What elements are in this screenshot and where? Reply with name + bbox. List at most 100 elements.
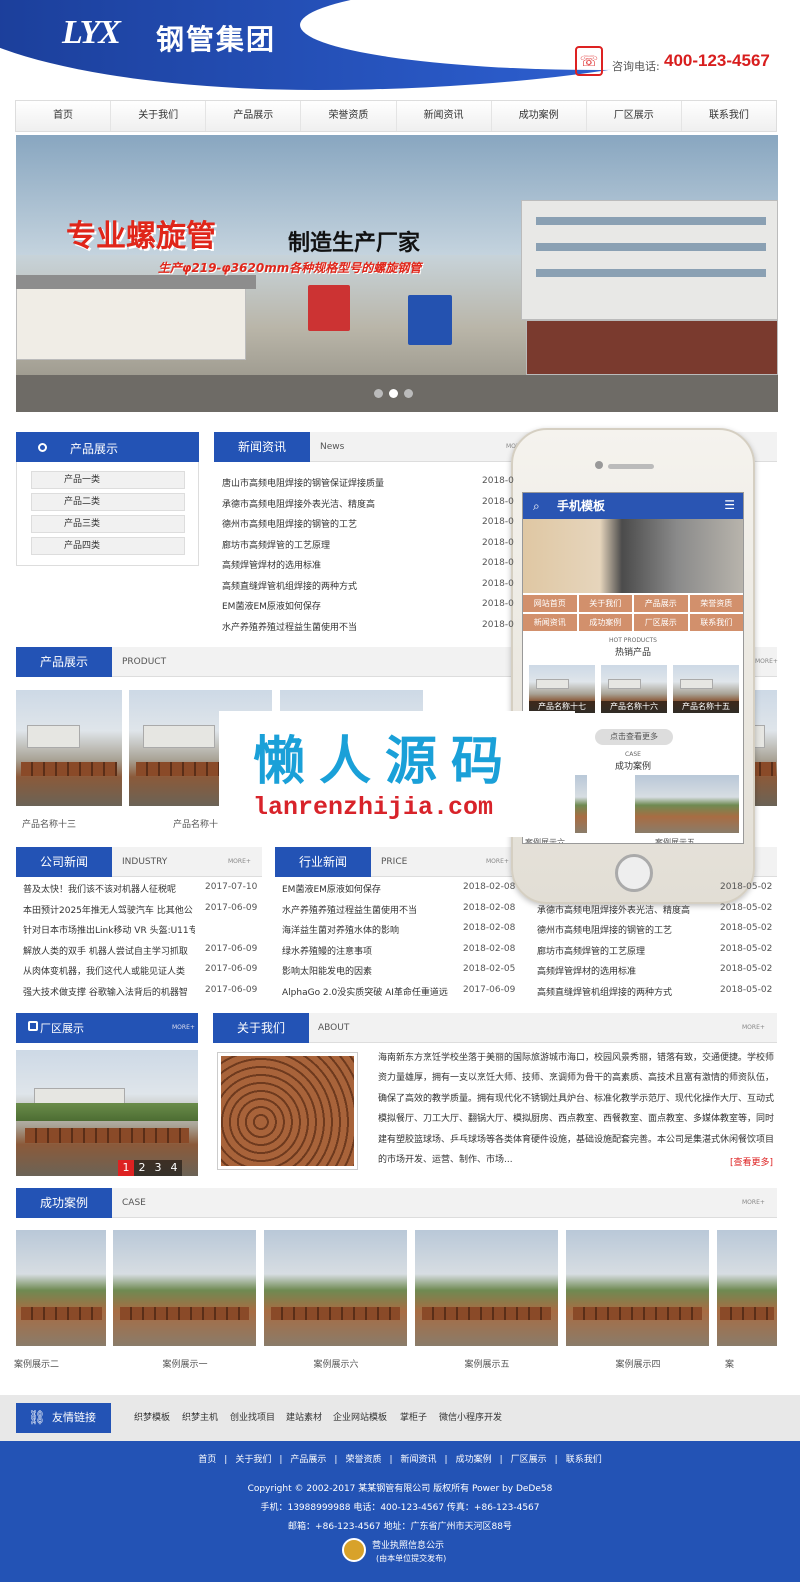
industry-news-more[interactable]: MORE+ xyxy=(486,847,509,877)
company-news-tab[interactable]: 公司新闻 xyxy=(16,847,112,877)
product-category[interactable]: 产品一类 xyxy=(31,471,185,489)
mobile-menu-item[interactable]: 联系我们 xyxy=(689,614,743,631)
company-news-item[interactable]: 普及太快！我们该不该对机器人征税呢 xyxy=(23,882,195,895)
product-image[interactable] xyxy=(16,690,122,806)
friend-link[interactable]: 掌柜子 xyxy=(400,1410,427,1423)
about-tab[interactable]: 关于我们 xyxy=(213,1013,309,1043)
news-item[interactable]: 高频直缝焊管机组焊接的两种方式 xyxy=(222,579,477,592)
mobile-banner[interactable] xyxy=(523,519,743,593)
banner-dot[interactable] xyxy=(404,389,413,398)
company-news-item[interactable]: 从肉体变机器，我们这代人或能见证人类 xyxy=(23,964,195,977)
case-image[interactable] xyxy=(16,1230,106,1346)
industry-news-item[interactable]: AlphaGo 2.0没实质突破 AI革命任重道远 xyxy=(282,985,452,998)
news-item[interactable]: 德州市高频电阻焊接的钢管的工艺 xyxy=(222,517,477,530)
nav-item-cases[interactable]: 成功案例 xyxy=(492,101,587,131)
logo-text[interactable]: 钢管集团 xyxy=(156,18,276,58)
news-item[interactable]: 承德市高频电阻焊接外表光洁、精度高 xyxy=(222,497,477,510)
friend-link[interactable]: 织梦主机 xyxy=(182,1410,218,1423)
case-caption[interactable]: 案例展示一 xyxy=(163,1357,208,1370)
news-item[interactable]: EM菌液EM原液如何保存 xyxy=(222,599,477,612)
case-caption[interactable]: 案例展示五 xyxy=(465,1357,510,1370)
nav-item-factory[interactable]: 厂区展示 xyxy=(587,101,682,131)
right-news-item[interactable]: 德州市高频电阻焊接的钢管的工艺 xyxy=(537,923,707,936)
mobile-menu-item[interactable]: 新闻资讯 xyxy=(523,614,577,631)
banner-dot-active[interactable] xyxy=(389,389,398,398)
nav-item-news[interactable]: 新闻资讯 xyxy=(397,101,492,131)
menu-icon[interactable]: ☰ xyxy=(724,498,735,512)
nav-item-honors[interactable]: 荣誉资质 xyxy=(301,101,397,131)
right-news-item[interactable]: 高频直缝焊管机组焊接的两种方式 xyxy=(537,985,707,998)
case-image[interactable] xyxy=(566,1230,709,1346)
about-readmore[interactable]: [查看更多] xyxy=(730,1155,773,1168)
pager-item[interactable]: 1 xyxy=(118,1160,134,1176)
footer-nav-item[interactable]: 产品展示 xyxy=(290,1455,326,1465)
right-news-item[interactable]: 高频焊管焊材的选用标准 xyxy=(537,964,707,977)
factory-image[interactable] xyxy=(16,1050,198,1176)
footer-nav-item[interactable]: 新闻资讯 xyxy=(401,1455,437,1465)
friend-link[interactable]: 创业找项目 xyxy=(230,1410,275,1423)
mobile-menu-item[interactable]: 荣誉资质 xyxy=(689,595,743,612)
product-category[interactable]: 产品四类 xyxy=(31,537,185,555)
news-item[interactable]: 水产养殖养殖过程益生菌使用不当 xyxy=(222,620,477,633)
footer-nav-item[interactable]: 厂区展示 xyxy=(511,1455,547,1465)
pager-item[interactable]: 4 xyxy=(166,1160,182,1176)
footer-nav-item[interactable]: 联系我们 xyxy=(566,1455,602,1465)
banner-dot[interactable] xyxy=(374,389,383,398)
news-item[interactable]: 廊坊市高频焊管的工艺原理 xyxy=(222,538,477,551)
products-more[interactable]: MORE+ xyxy=(755,647,778,677)
footer-nav-item[interactable]: 关于我们 xyxy=(235,1455,271,1465)
news-tab[interactable]: 新闻资讯 xyxy=(214,432,310,462)
case-image[interactable] xyxy=(264,1230,407,1346)
factory-more[interactable]: MORE+ xyxy=(172,1013,195,1043)
nav-item-home[interactable]: 首页 xyxy=(16,101,112,131)
mobile-case-caption[interactable]: 案例展示五 xyxy=(655,837,695,843)
right-news-item[interactable]: 承德市高频电阻焊接外表光洁、精度高 xyxy=(537,903,707,916)
case-image[interactable] xyxy=(415,1230,558,1346)
news-item[interactable]: 高频焊管焊材的选用标准 xyxy=(222,558,477,571)
industry-news-item[interactable]: 水产养殖养殖过程益生菌使用不当 xyxy=(282,903,452,916)
nav-item-products[interactable]: 产品展示 xyxy=(206,101,302,131)
footer-nav-item[interactable]: 首页 xyxy=(198,1455,216,1465)
company-news-item[interactable]: 针对日本市场推出Link移动 VR 头盔:U11专属 xyxy=(23,923,195,936)
pager-item[interactable]: 2 xyxy=(134,1160,150,1176)
product-category[interactable]: 产品三类 xyxy=(31,515,185,533)
friend-link[interactable]: 织梦模板 xyxy=(134,1410,170,1423)
license-line1[interactable]: 营业执照信息公示 xyxy=(372,1538,444,1551)
footer-nav-item[interactable]: 成功案例 xyxy=(456,1455,492,1465)
company-news-item[interactable]: 强大技术做支撑 谷歌输入法背后的机器智 xyxy=(23,985,195,998)
nav-item-about[interactable]: 关于我们 xyxy=(111,101,207,131)
cases-more[interactable]: MORE+ xyxy=(742,1188,765,1218)
hot-product-caption[interactable]: 产品名称十五 xyxy=(673,701,739,713)
search-icon[interactable]: ⌕ xyxy=(533,499,540,514)
friend-link[interactable]: 微信小程序开发 xyxy=(439,1410,502,1423)
police-badge-icon[interactable] xyxy=(342,1538,366,1562)
case-caption[interactable]: 案例展示二 xyxy=(14,1357,59,1370)
view-more-button[interactable]: 点击查看更多 xyxy=(595,729,673,745)
mobile-case-caption[interactable]: 案例展示六 xyxy=(525,837,565,843)
home-button[interactable] xyxy=(615,854,653,892)
news-item[interactable]: 唐山市高频电阻焊接的钢管保证焊接质量 xyxy=(222,476,477,489)
case-caption[interactable]: 案例展示四 xyxy=(616,1357,661,1370)
cases-tab[interactable]: 成功案例 xyxy=(16,1188,112,1218)
products-tab[interactable]: 产品展示 xyxy=(16,647,112,677)
mobile-menu-item[interactable]: 网站首页 xyxy=(523,595,577,612)
case-image[interactable] xyxy=(113,1230,256,1346)
company-news-more[interactable]: MORE+ xyxy=(228,847,251,877)
mobile-case-image[interactable] xyxy=(635,775,739,833)
industry-news-item[interactable]: 海洋益生菌对养殖水体的影响 xyxy=(282,923,452,936)
nav-item-contact[interactable]: 联系我们 xyxy=(682,101,776,131)
industry-news-item[interactable]: EM菌液EM原液如何保存 xyxy=(282,882,452,895)
industry-news-tab[interactable]: 行业新闻 xyxy=(275,847,371,877)
mobile-menu-item[interactable]: 产品展示 xyxy=(634,595,688,612)
case-image[interactable] xyxy=(717,1230,777,1346)
friend-link[interactable]: 企业网站模板 xyxy=(333,1410,387,1423)
right-news-item[interactable]: 廊坊市高频焊管的工艺原理 xyxy=(537,944,707,957)
about-more[interactable]: MORE+ xyxy=(742,1013,765,1043)
logo-mark[interactable]: LYX xyxy=(62,14,121,52)
case-caption[interactable]: 案 xyxy=(725,1357,734,1370)
product-caption[interactable]: 产品名称十三 xyxy=(22,817,76,830)
hero-banner[interactable]: 专业螺旋管 制造生产厂家 生产φ219-φ3620mm各种规格型号的螺旋钢管 xyxy=(16,135,778,412)
pager-item[interactable]: 3 xyxy=(150,1160,166,1176)
industry-news-item[interactable]: 影响太阳能发电的因素 xyxy=(282,964,452,977)
company-news-item[interactable]: 本田预计2025年推无人驾驶汽车 比其他公 xyxy=(23,903,195,916)
